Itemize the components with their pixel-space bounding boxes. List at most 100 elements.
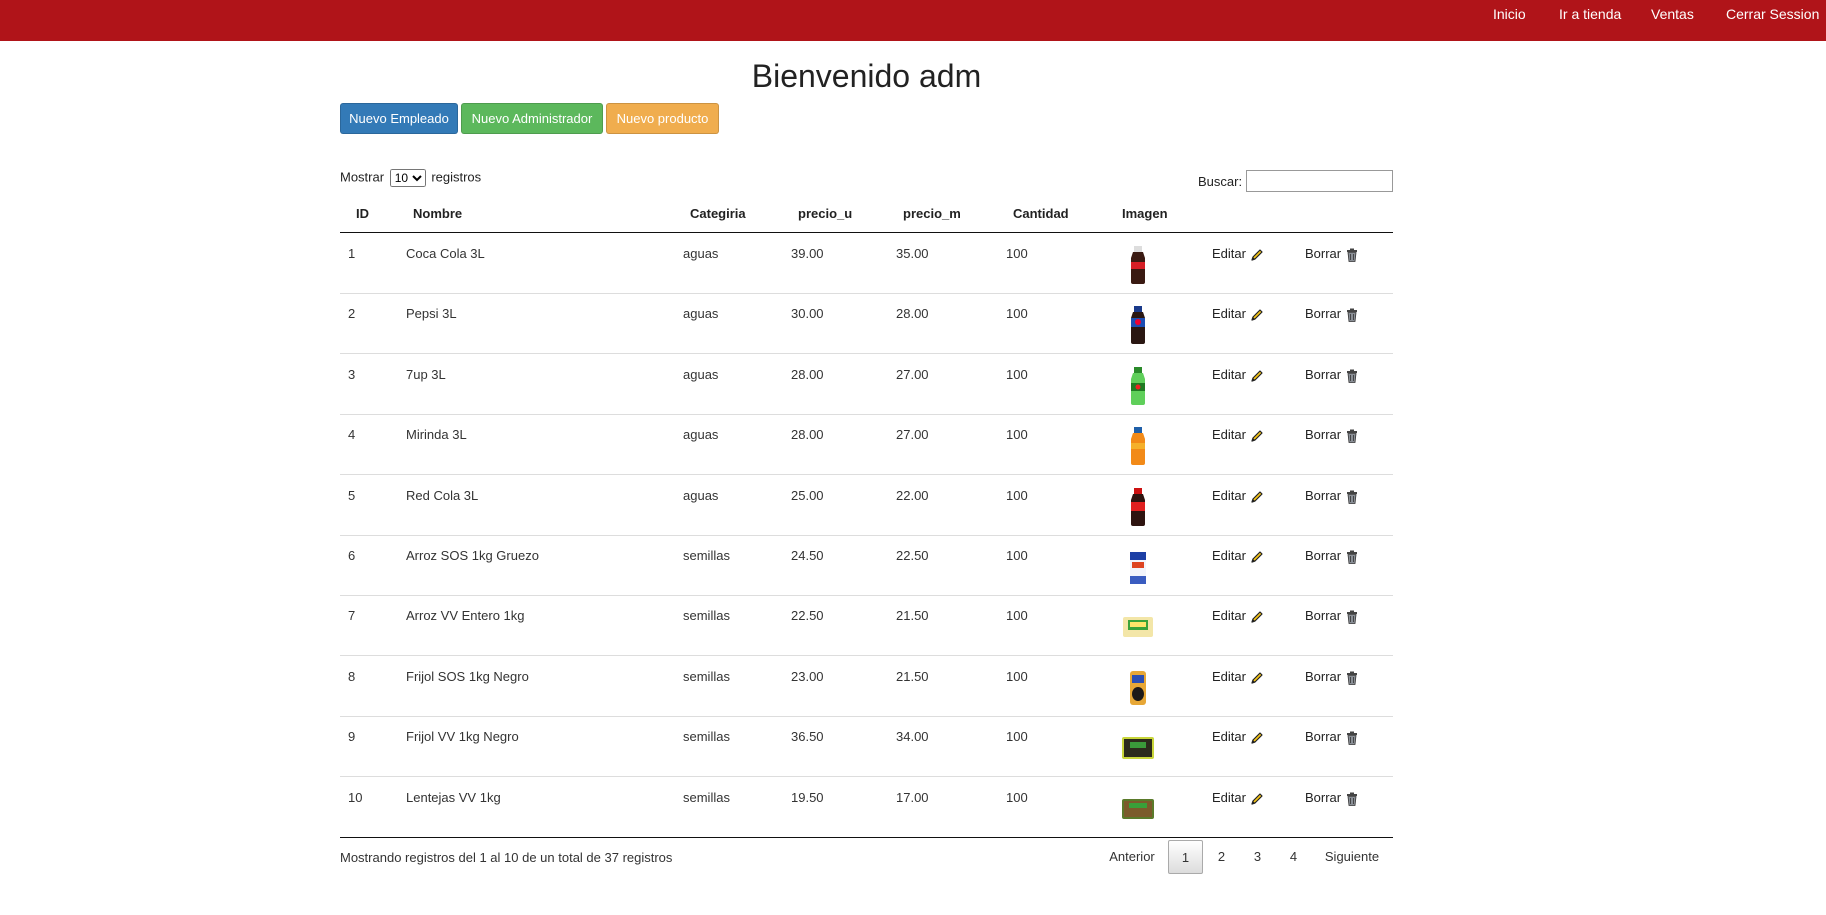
- cell-precio-u: 30.00: [791, 306, 824, 321]
- header-precio-u[interactable]: precio_u: [798, 206, 852, 221]
- cell-nombre: Frijol SOS 1kg Negro: [406, 669, 529, 684]
- table-row: 5 Red Cola 3L aguas 25.00 22.00 100 Editar Borr…: [340, 476, 1393, 536]
- length-select[interactable]: 10: [389, 169, 426, 187]
- edit-label: Editar: [1212, 488, 1246, 503]
- edit-label: Editar: [1212, 246, 1246, 261]
- cell-cantidad: 100: [1006, 669, 1028, 684]
- cell-cantidad: 100: [1006, 548, 1028, 563]
- delete-label: Borrar: [1305, 488, 1342, 503]
- nav-link-inicio[interactable]: Inicio: [1493, 0, 1526, 28]
- table-row: 8 Frijol SOS 1kg Negro semillas 23.00 21.50 1…: [340, 657, 1393, 717]
- cell-precio-m: 21.50: [896, 608, 929, 623]
- header-id[interactable]: ID: [356, 206, 369, 221]
- pagination-prev[interactable]: Anterior: [1100, 840, 1164, 874]
- cell-precio-u: 24.50: [791, 548, 824, 563]
- edit-button[interactable]: Editar: [1212, 729, 1265, 746]
- pencil-icon: [1246, 729, 1265, 744]
- edit-button[interactable]: Editar: [1212, 669, 1265, 686]
- cell-nombre: Frijol VV 1kg Negro: [406, 729, 519, 744]
- cell-id: 9: [348, 729, 356, 744]
- cell-precio-u: 23.00: [791, 669, 824, 684]
- header-nombre[interactable]: Nombre: [413, 206, 462, 221]
- cell-categoria: aguas: [683, 427, 719, 442]
- cell-precio-u: 28.00: [791, 427, 824, 442]
- delete-button[interactable]: Borrar: [1305, 246, 1360, 263]
- delete-button[interactable]: Borrar: [1305, 427, 1360, 444]
- cell-categoria: aguas: [683, 246, 719, 261]
- edit-button[interactable]: Editar: [1212, 548, 1265, 565]
- edit-button[interactable]: Editar: [1212, 427, 1265, 444]
- cola-bottle-icon: [1120, 244, 1156, 286]
- cell-categoria: semillas: [683, 548, 730, 563]
- cell-precio-m: 28.00: [896, 306, 929, 321]
- delete-button[interactable]: Borrar: [1305, 729, 1360, 746]
- delete-button[interactable]: Borrar: [1305, 608, 1360, 625]
- table-row: 3 7up 3L aguas 28.00 27.00 100 Editar Borrar: [340, 355, 1393, 415]
- nav-link-ventas[interactable]: Ventas: [1651, 0, 1694, 28]
- cell-precio-m: 27.00: [896, 367, 929, 382]
- red-cola-bottle-icon: [1120, 486, 1156, 528]
- cell-precio-m: 35.00: [896, 246, 929, 261]
- table-info: Mostrando registros del 1 al 10 de un to…: [340, 850, 673, 865]
- table-footer-rule: [340, 837, 1393, 838]
- search-input[interactable]: [1246, 170, 1393, 192]
- new-admin-button[interactable]: Nuevo Administrador: [461, 103, 603, 134]
- cell-id: 8: [348, 669, 356, 684]
- table-row: 1 Coca Cola 3L aguas 39.00 35.00 100 Editar Bor…: [340, 234, 1393, 294]
- edit-label: Editar: [1212, 729, 1246, 744]
- nav-link-cerrar-session[interactable]: Cerrar Session: [1726, 0, 1819, 28]
- cell-nombre: Mirinda 3L: [406, 427, 467, 442]
- cell-precio-m: 22.50: [896, 548, 929, 563]
- length-menu: Mostrar 10 registros: [340, 169, 481, 187]
- cell-cantidad: 100: [1006, 790, 1028, 805]
- bean-package-icon: [1120, 727, 1156, 769]
- delete-label: Borrar: [1305, 306, 1342, 321]
- edit-button[interactable]: Editar: [1212, 488, 1265, 505]
- cell-categoria: aguas: [683, 488, 719, 503]
- delete-button[interactable]: Borrar: [1305, 367, 1360, 384]
- pencil-icon: [1246, 246, 1265, 261]
- cell-id: 4: [348, 427, 356, 442]
- pagination-page-1[interactable]: 1: [1168, 840, 1203, 874]
- table-row: 7 Arroz VV Entero 1kg semillas 22.50 21.50 10…: [340, 596, 1393, 656]
- new-employee-button[interactable]: Nuevo Empleado: [340, 103, 458, 134]
- new-product-button[interactable]: Nuevo producto: [606, 103, 719, 134]
- edit-label: Editar: [1212, 427, 1246, 442]
- cell-id: 5: [348, 488, 356, 503]
- cell-nombre: Lentejas VV 1kg: [406, 790, 501, 805]
- cell-nombre: Arroz VV Entero 1kg: [406, 608, 525, 623]
- pagination-page-3[interactable]: 3: [1240, 840, 1275, 874]
- cell-nombre: 7up 3L: [406, 367, 446, 382]
- pagination-page-2[interactable]: 2: [1204, 840, 1239, 874]
- trash-icon: [1341, 790, 1360, 806]
- pagination-page-4[interactable]: 4: [1276, 840, 1311, 874]
- delete-label: Borrar: [1305, 608, 1342, 623]
- top-navbar: Inicio Ir a tienda Ventas Cerrar Session: [0, 0, 1826, 41]
- header-precio-m[interactable]: precio_m: [903, 206, 961, 221]
- pencil-icon: [1246, 790, 1265, 805]
- pagination-next[interactable]: Siguiente: [1316, 840, 1388, 874]
- delete-button[interactable]: Borrar: [1305, 669, 1360, 686]
- delete-button[interactable]: Borrar: [1305, 790, 1360, 807]
- edit-button[interactable]: Editar: [1212, 790, 1265, 807]
- nav-link-ir-a-tienda[interactable]: Ir a tienda: [1559, 0, 1621, 28]
- header-imagen[interactable]: Imagen: [1122, 206, 1168, 221]
- cell-nombre: Coca Cola 3L: [406, 246, 485, 261]
- edit-button[interactable]: Editar: [1212, 367, 1265, 384]
- rice-bag-icon: [1120, 546, 1156, 588]
- header-categoria[interactable]: Categiria: [690, 206, 746, 221]
- bean-bag-icon: [1120, 667, 1156, 709]
- orange-bottle-icon: [1120, 425, 1156, 467]
- edit-button[interactable]: Editar: [1212, 608, 1265, 625]
- cell-id: 10: [348, 790, 363, 805]
- delete-button[interactable]: Borrar: [1305, 548, 1360, 565]
- cell-id: 3: [348, 367, 356, 382]
- edit-button[interactable]: Editar: [1212, 306, 1265, 323]
- header-cantidad[interactable]: Cantidad: [1013, 206, 1069, 221]
- cell-nombre: Red Cola 3L: [406, 488, 479, 503]
- delete-button[interactable]: Borrar: [1305, 488, 1360, 505]
- cell-categoria: semillas: [683, 669, 730, 684]
- edit-button[interactable]: Editar: [1212, 246, 1265, 263]
- delete-button[interactable]: Borrar: [1305, 306, 1360, 323]
- cell-precio-u: 19.50: [791, 790, 824, 805]
